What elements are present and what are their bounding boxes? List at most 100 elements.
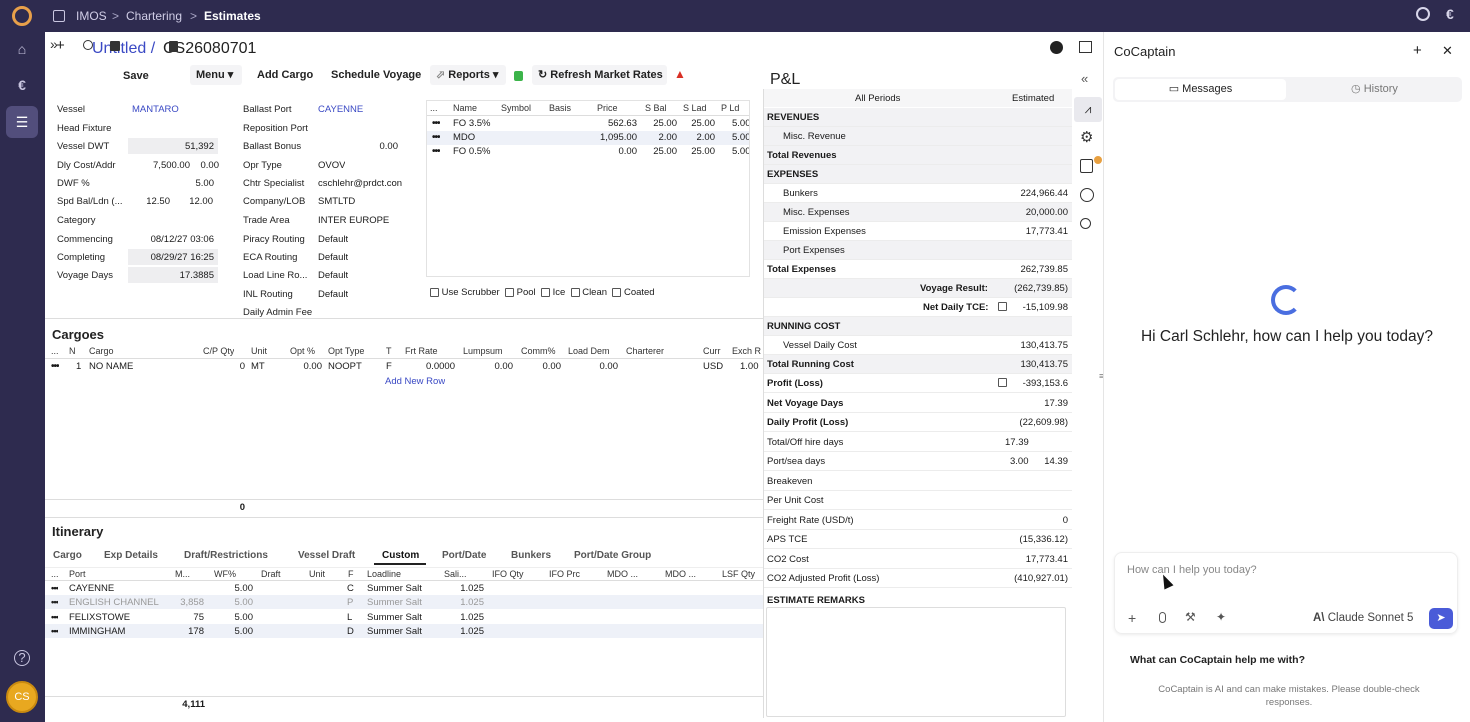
bunker-pld[interactable]: 5.00 xyxy=(732,132,749,143)
bunker-sbal[interactable]: 25.00 xyxy=(647,118,677,129)
itinerary-function[interactable]: L xyxy=(347,612,352,623)
pl-checkbox[interactable] xyxy=(998,378,1007,387)
delete-icon[interactable] xyxy=(169,41,178,52)
tasks-list-icon[interactable] xyxy=(1080,159,1093,173)
itinerary-function[interactable]: P xyxy=(347,597,353,608)
itinerary-wf[interactable]: 5.00 xyxy=(217,626,254,637)
itinerary-miles[interactable]: 75 xyxy=(170,612,204,623)
bunker-sbal[interactable]: 2.00 xyxy=(647,132,678,143)
itinerary-row[interactable]: ••• FELIXSTOWE 75 5.00 L Summer Salt 1.0… xyxy=(45,610,763,624)
speed-gauge-icon[interactable] xyxy=(1080,188,1094,202)
add-new-row-link[interactable]: Add New Row xyxy=(385,376,445,387)
search-icon[interactable] xyxy=(1416,7,1430,21)
company-lob-input[interactable]: SMTLTD xyxy=(318,196,355,207)
tab-port-date-group[interactable]: Port/Date Group xyxy=(574,550,651,561)
eca-routing-select[interactable]: Default xyxy=(318,252,348,263)
cocaptain-icon[interactable]: € xyxy=(1446,6,1454,22)
cargo-exchange-rate[interactable]: 1.00 xyxy=(740,361,763,372)
collapse-panel-icon[interactable]: « xyxy=(1081,71,1088,86)
ballast-port-value[interactable]: CAYENNE xyxy=(318,104,363,115)
cargo-lumpsum[interactable]: 0.00 xyxy=(463,361,514,372)
tab-custom[interactable]: Custom xyxy=(374,548,427,565)
bunker-pld[interactable]: 5.00 xyxy=(732,146,749,157)
microphone-icon[interactable] xyxy=(1159,612,1166,623)
home-icon[interactable]: ⌂ xyxy=(11,38,33,60)
tools-wrench-icon[interactable]: ⚒ xyxy=(1185,610,1196,624)
attach-add-icon[interactable]: + xyxy=(1128,610,1136,626)
bunker-row[interactable]: ••• FO 3.5% 562.63 25.00 25.00 5.00 xyxy=(427,117,749,131)
bunker-row[interactable]: ••• FO 0.5% 0.00 25.00 25.00 5.00 xyxy=(427,145,749,159)
row-menu-icon[interactable]: ••• xyxy=(51,361,59,372)
new-chat-icon[interactable]: + xyxy=(1413,42,1422,59)
itinerary-loadline[interactable]: Summer Salt xyxy=(367,612,422,623)
bunker-price[interactable]: 562.63 xyxy=(577,118,637,129)
reports-button[interactable]: ⬀ Reports ▾ xyxy=(430,65,506,85)
model-selector[interactable]: A\ Claude Sonnet 5 xyxy=(1313,612,1413,624)
panel-toggle-icon[interactable] xyxy=(53,10,65,22)
itinerary-loadline[interactable]: Summer Salt xyxy=(367,626,422,637)
cargo-name[interactable]: NO NAME xyxy=(89,361,133,372)
search-icon[interactable] xyxy=(83,40,93,50)
itinerary-salinity[interactable]: 1.025 xyxy=(450,583,484,594)
itinerary-loadline[interactable]: Summer Salt xyxy=(367,583,422,594)
tab-vessel-draft[interactable]: Vessel Draft xyxy=(298,550,355,561)
estimate-remarks-textarea[interactable] xyxy=(766,607,1066,717)
breadcrumb-chartering[interactable]: Chartering xyxy=(126,9,182,23)
tab-port-date[interactable]: Port/Date xyxy=(442,550,486,561)
itinerary-salinity[interactable]: 1.025 xyxy=(450,597,484,608)
settings-gear-icon[interactable]: ⚙ xyxy=(1080,128,1093,146)
itinerary-port[interactable]: ENGLISH CHANNEL xyxy=(69,597,159,608)
cargo-row[interactable]: ••• 1 NO NAME 0 MT 0.00 NOOPT F 0.0000 0… xyxy=(45,360,763,374)
address-commission-input[interactable]: 0.00 xyxy=(195,157,220,174)
cargo-qty[interactable]: 0 xyxy=(215,361,245,372)
add-cargo-button[interactable]: Add Cargo xyxy=(257,65,313,85)
cargo-opt-type[interactable]: NOOPT xyxy=(328,361,362,372)
itinerary-loadline[interactable]: Summer Salt xyxy=(367,597,422,608)
pl-checkbox[interactable] xyxy=(998,302,1007,311)
bunker-slad[interactable]: 2.00 xyxy=(685,132,716,143)
bunker-row[interactable]: ••• MDO 1,095.00 2.00 2.00 5.00 xyxy=(427,131,749,145)
chat-input[interactable]: How can I help you today? xyxy=(1127,564,1257,576)
bunker-sbal[interactable]: 25.00 xyxy=(647,146,677,157)
row-menu-icon[interactable]: ••• xyxy=(432,132,440,143)
tab-draft-restrictions[interactable]: Draft/Restrictions xyxy=(184,550,268,561)
cargo-freight-rate[interactable]: 0.0000 xyxy=(405,361,455,372)
pl-chart-icon[interactable]: ⩘ xyxy=(1074,97,1102,122)
tab-history[interactable]: ◷ History xyxy=(1289,79,1460,100)
bunker-price[interactable]: 1,095.00 xyxy=(577,132,637,143)
tab-bunkers[interactable]: Bunkers xyxy=(511,550,551,561)
trade-area-input[interactable]: INTER EUROPE xyxy=(318,215,389,226)
sparkles-icon[interactable]: ✦ xyxy=(1216,610,1226,624)
close-icon[interactable]: ✕ xyxy=(1442,43,1453,59)
warning-icon[interactable]: ▲ xyxy=(674,67,686,81)
bunker-slad[interactable]: 25.00 xyxy=(685,146,715,157)
dwf-input[interactable]: 5.00 xyxy=(128,175,215,192)
suggestion-prompt[interactable]: What can CoCaptain help me with? xyxy=(1130,654,1305,666)
vessel-value[interactable]: MANTARO xyxy=(132,104,179,115)
schedule-voyage-button[interactable]: Schedule Voyage xyxy=(331,65,421,85)
cocaptain-nav-icon[interactable]: € xyxy=(11,74,33,96)
save-button[interactable]: Save xyxy=(123,66,149,86)
itinerary-salinity[interactable]: 1.025 xyxy=(450,626,484,637)
itinerary-port[interactable]: CAYENNE xyxy=(69,583,114,594)
itinerary-function[interactable]: C xyxy=(347,583,354,594)
cargo-currency[interactable]: USD xyxy=(703,361,723,372)
globe-icon[interactable] xyxy=(1050,41,1063,54)
ice-checkbox[interactable]: Ice xyxy=(540,287,565,298)
itinerary-salinity[interactable]: 1.025 xyxy=(450,612,484,623)
row-menu-icon[interactable]: ••• xyxy=(51,597,58,608)
itinerary-port[interactable]: IMMINGHAM xyxy=(69,626,125,637)
send-button[interactable]: ➤ xyxy=(1429,608,1453,629)
itinerary-miles[interactable]: 178 xyxy=(170,626,204,637)
row-menu-icon[interactable]: ••• xyxy=(432,118,440,129)
help-icon[interactable]: ? xyxy=(14,650,30,666)
menu-button[interactable]: Menu ▾ xyxy=(190,65,242,85)
add-icon[interactable]: + xyxy=(56,36,65,56)
breadcrumb-imos[interactable]: IMOS xyxy=(76,9,107,23)
grid-view-icon[interactable] xyxy=(1079,41,1092,53)
zoom-search-icon[interactable] xyxy=(1080,218,1091,229)
opr-type-select[interactable]: OVOV xyxy=(318,160,345,171)
itinerary-wf[interactable]: 5.00 xyxy=(217,583,254,594)
itinerary-row[interactable]: ••• ENGLISH CHANNEL 3,858 5.00 P Summer … xyxy=(45,595,763,609)
itinerary-port[interactable]: FELIXSTOWE xyxy=(69,612,130,623)
